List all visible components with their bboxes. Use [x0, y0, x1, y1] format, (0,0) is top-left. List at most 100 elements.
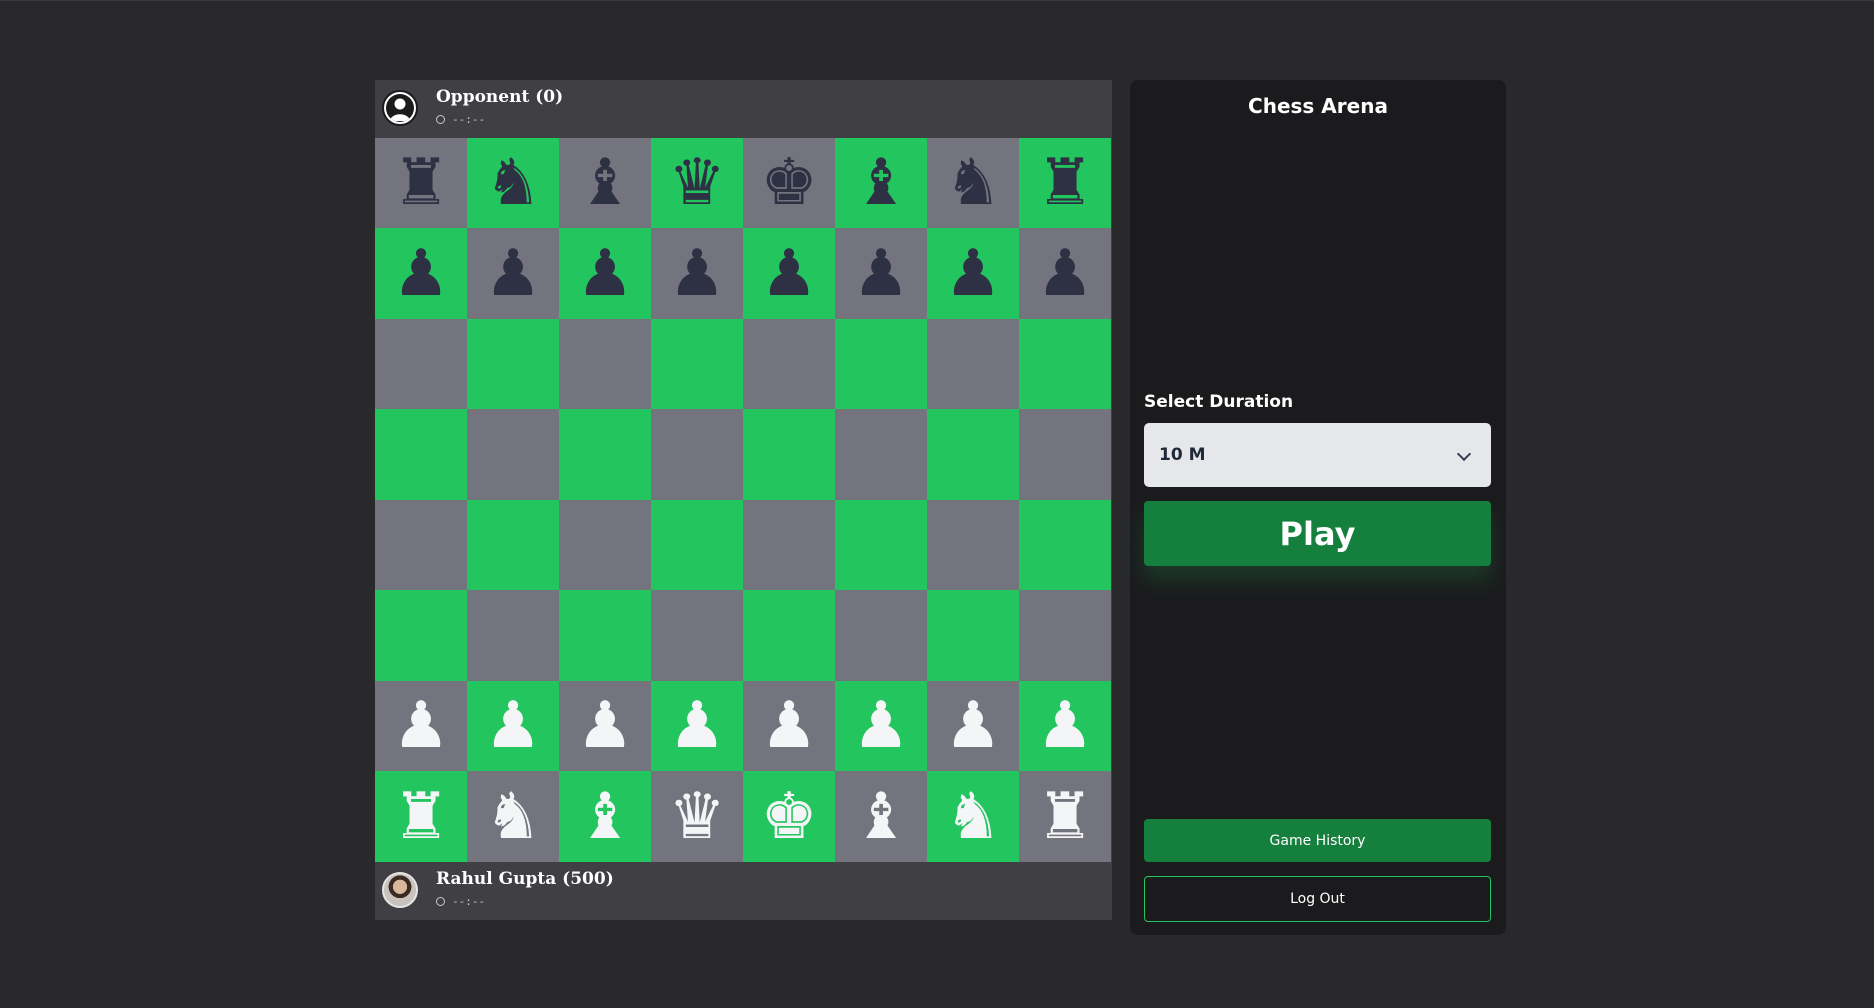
duration-select[interactable]: 10 M: [1144, 423, 1491, 487]
square-a3[interactable]: [375, 590, 467, 681]
black-king-icon[interactable]: ♚: [760, 151, 817, 215]
black-bishop-icon[interactable]: ♝: [576, 151, 633, 215]
square-b8[interactable]: ♞: [467, 138, 559, 228]
square-h6[interactable]: [1019, 319, 1111, 409]
square-c7[interactable]: ♟: [559, 228, 651, 319]
square-g6[interactable]: [927, 319, 1019, 409]
square-h4[interactable]: [1019, 500, 1111, 590]
square-g8[interactable]: ♞: [927, 138, 1019, 228]
square-e3[interactable]: [743, 590, 835, 681]
white-bishop-icon[interactable]: ♝: [852, 785, 909, 849]
white-rook-icon[interactable]: ♜: [1036, 785, 1093, 849]
black-pawn-icon[interactable]: ♟: [576, 242, 633, 306]
square-f2[interactable]: ♟: [835, 681, 927, 771]
square-e8[interactable]: ♚: [743, 138, 835, 228]
white-rook-icon[interactable]: ♜: [392, 785, 449, 849]
square-f7[interactable]: ♟: [835, 228, 927, 319]
square-e1[interactable]: ♚: [743, 771, 835, 862]
square-b1[interactable]: ♞: [467, 771, 559, 862]
square-e4[interactable]: [743, 500, 835, 590]
square-e2[interactable]: ♟: [743, 681, 835, 771]
square-d4[interactable]: [651, 500, 743, 590]
white-pawn-icon[interactable]: ♟: [1036, 694, 1093, 758]
square-f5[interactable]: [835, 409, 927, 500]
black-pawn-icon[interactable]: ♟: [392, 242, 449, 306]
square-d2[interactable]: ♟: [651, 681, 743, 771]
square-h3[interactable]: [1019, 590, 1111, 681]
square-g5[interactable]: [927, 409, 1019, 500]
square-d3[interactable]: [651, 590, 743, 681]
square-g7[interactable]: ♟: [927, 228, 1019, 319]
white-knight-icon[interactable]: ♞: [944, 785, 1001, 849]
square-h5[interactable]: [1019, 409, 1111, 500]
white-pawn-icon[interactable]: ♟: [576, 694, 633, 758]
square-a4[interactable]: [375, 500, 467, 590]
square-f3[interactable]: [835, 590, 927, 681]
white-pawn-icon[interactable]: ♟: [852, 694, 909, 758]
white-king-icon[interactable]: ♚: [760, 785, 817, 849]
square-b7[interactable]: ♟: [467, 228, 559, 319]
white-knight-icon[interactable]: ♞: [484, 785, 541, 849]
black-pawn-icon[interactable]: ♟: [1036, 242, 1093, 306]
black-pawn-icon[interactable]: ♟: [944, 242, 1001, 306]
square-f8[interactable]: ♝: [835, 138, 927, 228]
white-pawn-icon[interactable]: ♟: [760, 694, 817, 758]
square-f4[interactable]: [835, 500, 927, 590]
black-knight-icon[interactable]: ♞: [944, 151, 1001, 215]
square-h7[interactable]: ♟: [1019, 228, 1111, 319]
white-bishop-icon[interactable]: ♝: [576, 785, 633, 849]
white-pawn-icon[interactable]: ♟: [392, 694, 449, 758]
square-h8[interactable]: ♜: [1019, 138, 1111, 228]
black-pawn-icon[interactable]: ♟: [852, 242, 909, 306]
white-queen-icon[interactable]: ♛: [668, 785, 725, 849]
black-queen-icon[interactable]: ♛: [668, 151, 725, 215]
square-a6[interactable]: [375, 319, 467, 409]
square-f1[interactable]: ♝: [835, 771, 927, 862]
square-c8[interactable]: ♝: [559, 138, 651, 228]
square-h1[interactable]: ♜: [1019, 771, 1111, 862]
square-d7[interactable]: ♟: [651, 228, 743, 319]
square-f6[interactable]: [835, 319, 927, 409]
square-g3[interactable]: [927, 590, 1019, 681]
logout-button[interactable]: Log Out: [1144, 876, 1491, 922]
black-bishop-icon[interactable]: ♝: [852, 151, 909, 215]
square-a8[interactable]: ♜: [375, 138, 467, 228]
square-d8[interactable]: ♛: [651, 138, 743, 228]
square-e6[interactable]: [743, 319, 835, 409]
white-pawn-icon[interactable]: ♟: [944, 694, 1001, 758]
black-rook-icon[interactable]: ♜: [392, 151, 449, 215]
black-pawn-icon[interactable]: ♟: [668, 242, 725, 306]
square-e7[interactable]: ♟: [743, 228, 835, 319]
square-b2[interactable]: ♟: [467, 681, 559, 771]
square-c2[interactable]: ♟: [559, 681, 651, 771]
square-g2[interactable]: ♟: [927, 681, 1019, 771]
square-h2[interactable]: ♟: [1019, 681, 1111, 771]
square-b6[interactable]: [467, 319, 559, 409]
square-c6[interactable]: [559, 319, 651, 409]
black-rook-icon[interactable]: ♜: [1036, 151, 1093, 215]
play-button[interactable]: Play: [1144, 501, 1491, 566]
square-c4[interactable]: [559, 500, 651, 590]
square-e5[interactable]: [743, 409, 835, 500]
square-b3[interactable]: [467, 590, 559, 681]
square-g4[interactable]: [927, 500, 1019, 590]
square-c5[interactable]: [559, 409, 651, 500]
black-pawn-icon[interactable]: ♟: [484, 242, 541, 306]
square-b5[interactable]: [467, 409, 559, 500]
black-pawn-icon[interactable]: ♟: [760, 242, 817, 306]
game-history-button[interactable]: Game History: [1144, 819, 1491, 862]
white-pawn-icon[interactable]: ♟: [668, 694, 725, 758]
square-d1[interactable]: ♛: [651, 771, 743, 862]
square-d5[interactable]: [651, 409, 743, 500]
black-knight-icon[interactable]: ♞: [484, 151, 541, 215]
square-a1[interactable]: ♜: [375, 771, 467, 862]
square-c1[interactable]: ♝: [559, 771, 651, 862]
square-d6[interactable]: [651, 319, 743, 409]
square-a7[interactable]: ♟: [375, 228, 467, 319]
square-a5[interactable]: [375, 409, 467, 500]
square-b4[interactable]: [467, 500, 559, 590]
square-g1[interactable]: ♞: [927, 771, 1019, 862]
square-a2[interactable]: ♟: [375, 681, 467, 771]
square-c3[interactable]: [559, 590, 651, 681]
white-pawn-icon[interactable]: ♟: [484, 694, 541, 758]
